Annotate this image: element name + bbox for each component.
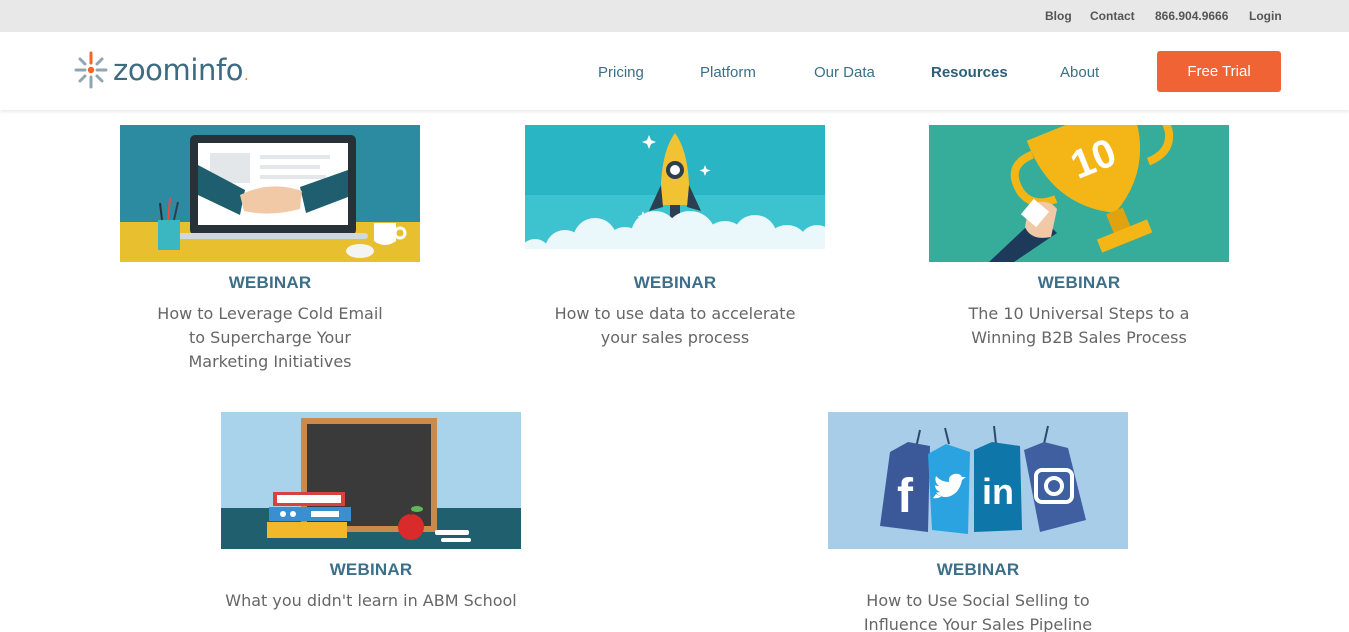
card-type-label: WEBINAR	[633, 273, 717, 292]
webinar-card[interactable]: WEBINAR What you didn't learn in ABM Sch…	[221, 412, 521, 613]
card-title[interactable]: The 10 Universal Steps to a Winning B2B …	[929, 302, 1229, 350]
blog-link[interactable]: Blog	[1045, 9, 1072, 23]
card-thumbnail[interactable]: f in	[828, 412, 1128, 549]
logo-dot: .	[244, 68, 249, 84]
webinar-card[interactable]: 10 WEBINAR The 10 Universal Steps to a W…	[929, 125, 1229, 350]
card-type-label: WEBINAR	[1037, 273, 1121, 292]
card-type-label: WEBINAR	[228, 273, 312, 292]
card-type-label: WEBINAR	[936, 560, 1020, 579]
card-type-label: WEBINAR	[329, 560, 413, 579]
svg-text:f: f	[897, 470, 914, 523]
nav-pricing[interactable]: Pricing	[598, 64, 644, 81]
phone-link[interactable]: 866.904.9666	[1155, 9, 1228, 23]
card-title[interactable]: How to Use Social Selling to Influence Y…	[828, 589, 1128, 632]
card-title[interactable]: How to use data to accelerate your sales…	[525, 302, 825, 350]
card-thumbnail[interactable]: 10	[929, 125, 1229, 262]
nav-platform[interactable]: Platform	[700, 64, 756, 81]
nav-about[interactable]: About	[1060, 64, 1099, 81]
social-tags-image: f in	[828, 412, 1128, 549]
card-title[interactable]: What you didn't learn in ABM School	[221, 589, 521, 613]
login-link[interactable]: Login	[1249, 9, 1282, 23]
logo-wordmark: zoominfo	[113, 53, 244, 87]
trophy-image: 10	[929, 125, 1229, 262]
chalkboard-image	[221, 412, 521, 549]
handshake-laptop-image	[120, 125, 420, 262]
nav-our-data[interactable]: Our Data	[814, 64, 875, 81]
starburst-icon	[74, 51, 108, 89]
nav-resources[interactable]: Resources	[931, 64, 1008, 81]
rocket-launch-image	[525, 125, 825, 262]
free-trial-button[interactable]: Free Trial	[1157, 51, 1281, 92]
webinar-card[interactable]: WEBINAR How to use data to accelerate yo…	[525, 125, 825, 350]
card-thumbnail[interactable]	[120, 125, 420, 262]
card-thumbnail[interactable]	[525, 125, 825, 262]
zoominfo-logo[interactable]: zoominfo.	[74, 50, 249, 90]
site-header: zoominfo. Pricing Platform Our Data Reso…	[0, 32, 1349, 110]
svg-text:in: in	[982, 471, 1014, 512]
utility-bar: Blog Contact 866.904.9666 Login	[0, 0, 1349, 32]
card-thumbnail[interactable]	[221, 412, 521, 549]
webinar-card[interactable]: f in WEBINAR How to Use Social Selling t…	[828, 412, 1128, 632]
card-title[interactable]: How to Leverage Cold Email to Supercharg…	[120, 302, 420, 374]
contact-link[interactable]: Contact	[1090, 9, 1135, 23]
webinar-card[interactable]: WEBINAR How to Leverage Cold Email to Su…	[120, 125, 420, 374]
